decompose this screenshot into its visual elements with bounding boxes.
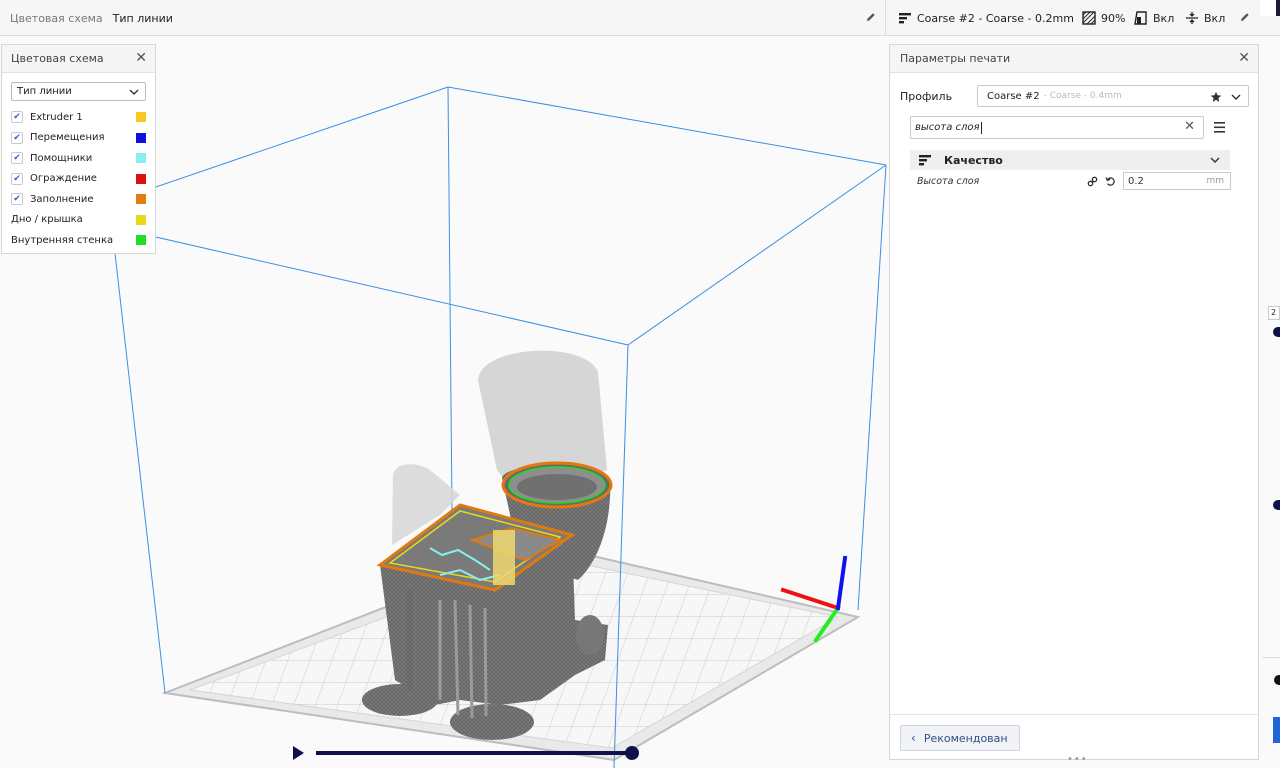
pencil-icon[interactable]: [1239, 11, 1251, 23]
color-scheme-title: Цветовая схема: [11, 52, 104, 65]
checkbox[interactable]: ✔: [11, 131, 23, 144]
pencil-icon[interactable]: [865, 11, 877, 23]
color-scheme-panel: Цветовая схема ✕ Тип линии ✔ Extruder 1 ✔ П…: [1, 44, 156, 254]
color-scheme-select-value: Тип линии: [17, 86, 72, 97]
line-type-item[interactable]: ✔ Заполнение: [2, 189, 155, 210]
close-icon[interactable]: ✕: [1238, 50, 1250, 66]
layer-number-box[interactable]: 2: [1268, 306, 1280, 320]
close-icon[interactable]: ✕: [135, 50, 147, 66]
resize-grip[interactable]: •••: [1067, 754, 1088, 765]
line-type-item[interactable]: ✔ Помощники: [2, 148, 155, 169]
slider-knob[interactable]: [1274, 675, 1280, 685]
clear-search-icon[interactable]: ✕: [1184, 119, 1195, 134]
setting-label: Высота слоя: [917, 175, 980, 187]
upper-handle[interactable]: [1273, 327, 1280, 337]
chevron-down-icon: [129, 89, 139, 95]
checkbox[interactable]: ✔: [11, 111, 23, 124]
profile-summary-text: Coarse #2 - Coarse - 0.2mm: [917, 11, 1074, 25]
support-summary[interactable]: Вкл: [1134, 11, 1174, 25]
profile-row: Профиль Coarse #2 - Coarse - 0.4mm: [900, 85, 1250, 107]
line-type-item[interactable]: Внутренняя стенка: [2, 230, 155, 251]
adhesion-summary[interactable]: Вкл: [1185, 11, 1225, 25]
view-settings-header[interactable]: Цветовая схема Тип линии: [0, 0, 886, 36]
print-settings-title: Параметры печати: [900, 52, 1011, 65]
line-type-list: ✔ Extruder 1 ✔ Перемещения ✔ Помощники ✔ Огражд…: [2, 107, 155, 251]
color-scheme-header: Цветовая схема ✕: [2, 45, 155, 73]
quality-icon: [919, 155, 931, 166]
color-swatch: [136, 173, 146, 184]
top-bar: Цветовая схема Тип линии Coarse #2 - Coa…: [0, 0, 1280, 36]
slider-handle[interactable]: [625, 746, 639, 760]
line-type-item[interactable]: ✔ Перемещения: [2, 128, 155, 149]
line-type-label: Extruder 1: [30, 111, 83, 123]
search-value: высота слоя: [915, 122, 980, 133]
category-label: Качество: [944, 153, 1003, 167]
checkbox[interactable]: ✔: [11, 172, 23, 185]
chevron-left-icon: ‹: [911, 731, 916, 745]
adhesion-icon: [1186, 12, 1198, 24]
print-settings-panel: Параметры печати ✕ Профиль Coarse #2 - C…: [889, 44, 1259, 760]
line-type-crumb[interactable]: Тип линии: [113, 12, 173, 25]
quality-category[interactable]: Качество: [910, 150, 1230, 170]
line-type-label: Дно / крышка: [11, 214, 83, 226]
chevron-down-icon[interactable]: [1230, 91, 1242, 103]
layer-view-slider[interactable]: 2: [1262, 37, 1280, 768]
support-icon: [1134, 11, 1147, 25]
color-swatch: [136, 235, 146, 245]
line-type-label: Внутренняя стенка: [11, 234, 114, 246]
color-swatch: [136, 112, 146, 122]
color-scheme-crumb[interactable]: Цветовая схема: [10, 12, 103, 25]
profile-label: Профиль: [900, 89, 953, 103]
line-type-label: Перемещения: [30, 132, 105, 144]
setting-unit: mm: [1206, 176, 1224, 186]
adhesion-value: Вкл: [1204, 11, 1226, 25]
play-icon[interactable]: [293, 746, 304, 760]
color-swatch: [136, 153, 146, 163]
reset-icon[interactable]: [1105, 176, 1116, 187]
divider: [1262, 657, 1280, 658]
profile-summary[interactable]: Coarse #2 - Coarse - 0.2mm: [899, 12, 1074, 25]
checkbox[interactable]: ✔: [11, 193, 23, 206]
print-settings-header: Параметры печати ✕: [890, 45, 1258, 73]
line-type-label: Ограждение: [30, 173, 97, 185]
window-edge: [1260, 0, 1280, 16]
infill-value: 90%: [1101, 11, 1126, 25]
line-type-label: Заполнение: [30, 193, 94, 205]
infill-icon: [1082, 11, 1096, 25]
chevron-down-icon[interactable]: [1209, 154, 1221, 166]
color-swatch: [136, 194, 146, 204]
color-swatch: [136, 132, 146, 143]
text-cursor: [980, 121, 982, 134]
print-settings-footer: ‹ Рекомендован: [890, 714, 1258, 759]
quality-icon: [899, 13, 911, 24]
infill-summary[interactable]: 90%: [1082, 11, 1125, 25]
recommended-button[interactable]: ‹ Рекомендован: [900, 725, 1020, 751]
star-icon[interactable]: [1210, 91, 1222, 103]
checkbox[interactable]: ✔: [11, 152, 23, 165]
profile-subtitle: - Coarse - 0.4mm: [1043, 91, 1122, 101]
color-swatch: [136, 214, 146, 225]
support-value: Вкл: [1153, 11, 1175, 25]
line-type-label: Помощники: [30, 152, 93, 164]
line-type-item[interactable]: ✔ Extruder 1: [2, 107, 155, 128]
link-icon[interactable]: [1087, 176, 1098, 187]
recommended-label: Рекомендован: [923, 731, 1008, 745]
menu-icon[interactable]: [1214, 122, 1226, 133]
profile-select[interactable]: Coarse #2 - Coarse - 0.4mm: [977, 85, 1249, 107]
layer-height-setting: Высота слоя 0.2 mm: [910, 171, 1231, 191]
setting-value: 0.2: [1128, 175, 1144, 187]
layer-number: 2: [1271, 308, 1277, 317]
line-type-item[interactable]: Дно / крышка: [2, 210, 155, 231]
layer-height-input[interactable]: 0.2 mm: [1123, 172, 1231, 190]
color-scheme-select[interactable]: Тип линии: [11, 82, 146, 101]
slice-button-edge[interactable]: [1273, 717, 1280, 743]
print-setup-header[interactable]: Coarse #2 - Coarse - 0.2mm 90% Вкл Вкл: [887, 0, 1260, 36]
lower-handle[interactable]: [1273, 500, 1280, 510]
line-type-item[interactable]: ✔ Ограждение: [2, 169, 155, 190]
settings-search-input[interactable]: высота слоя ✕: [910, 116, 1204, 139]
profile-name: Coarse #2: [987, 90, 1040, 102]
